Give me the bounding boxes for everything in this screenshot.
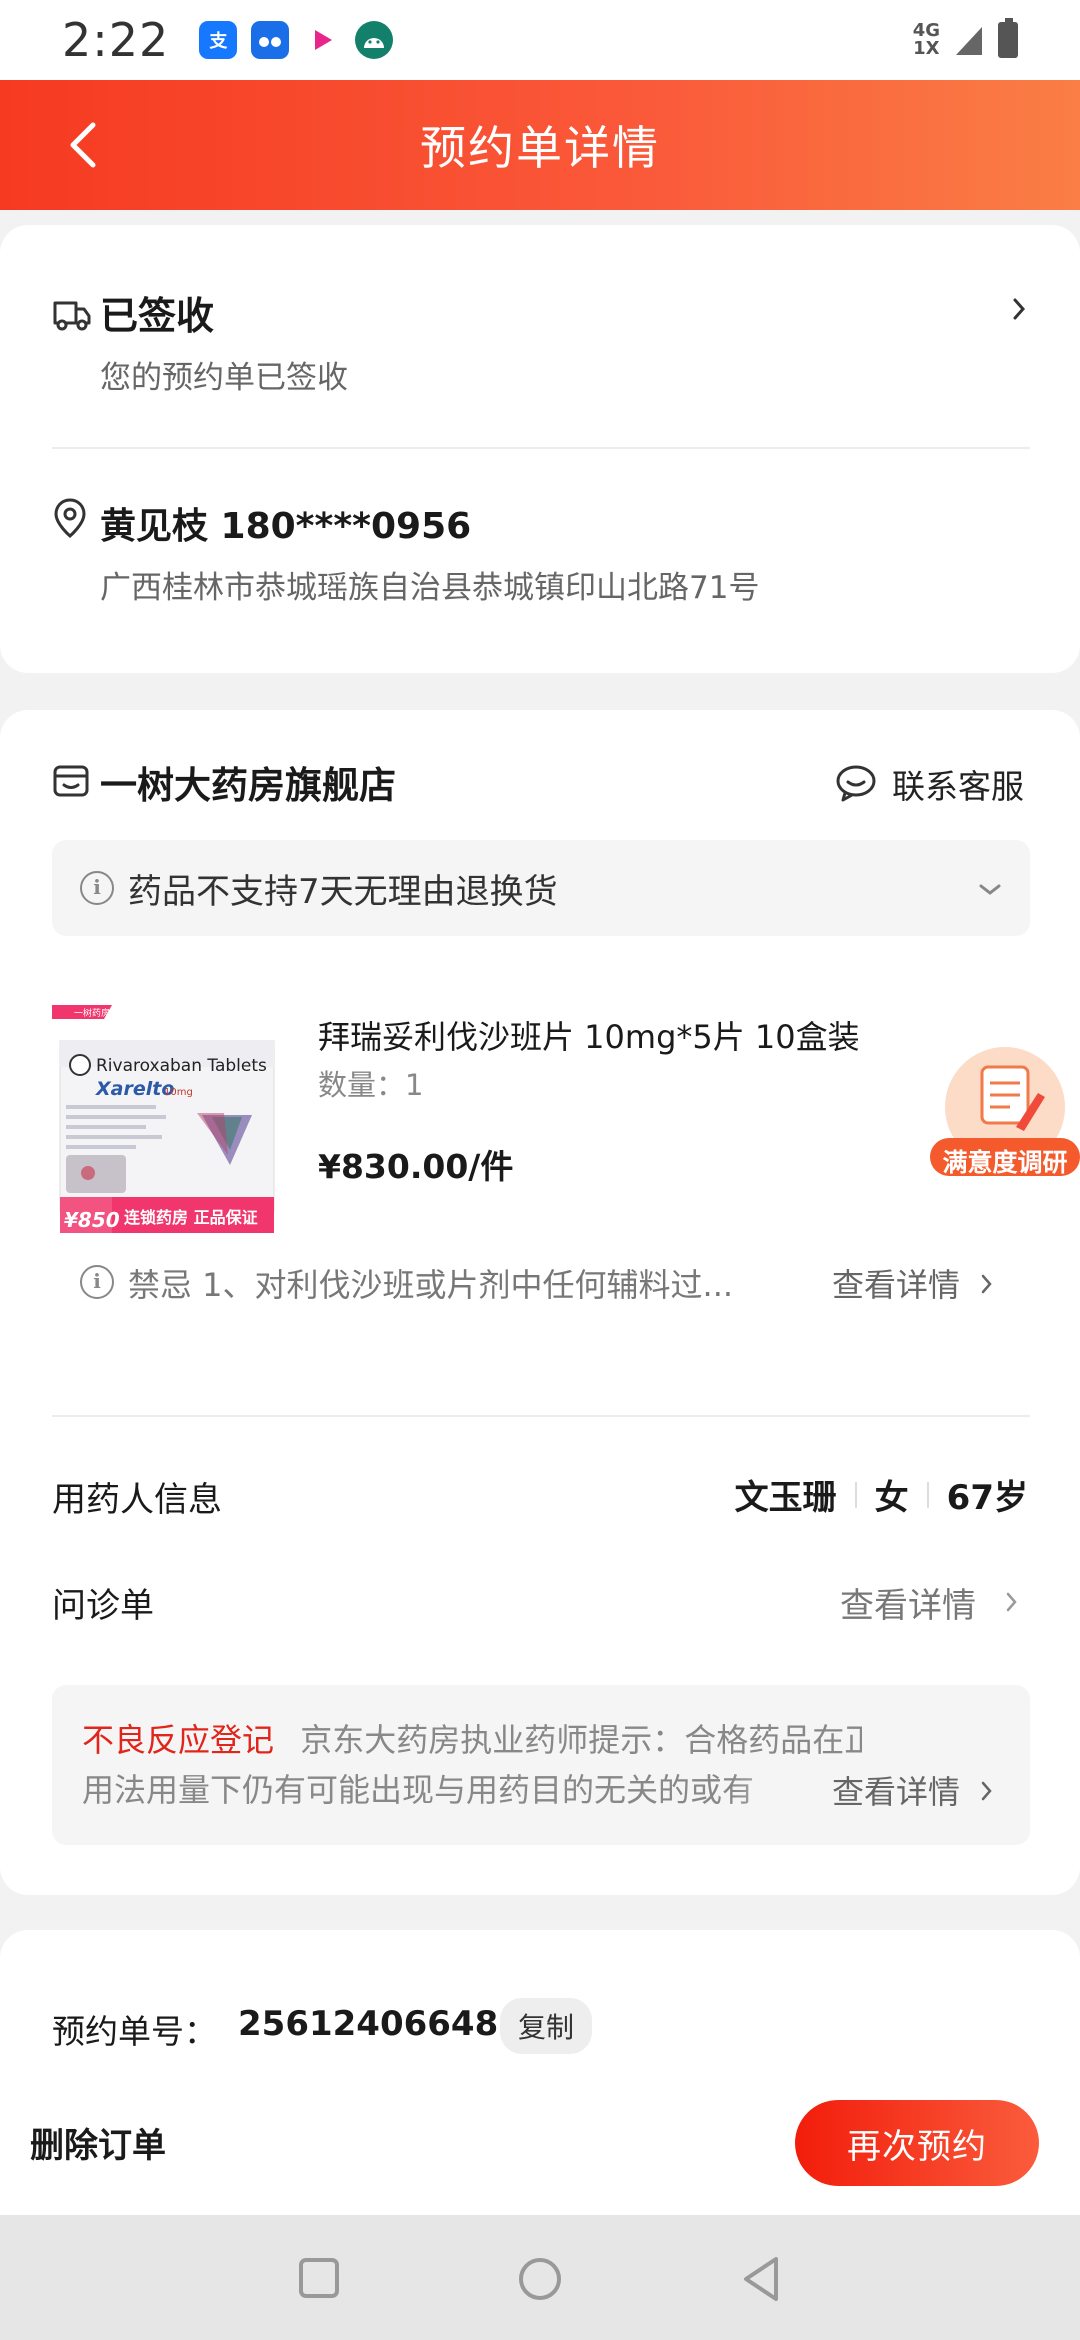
system-nav-bar xyxy=(0,2215,1080,2340)
page-header: 预约单详情 xyxy=(0,80,1080,210)
reorder-button[interactable]: 再次预约 xyxy=(795,2100,1039,2186)
consultation-link[interactable]: 查看详情 xyxy=(840,1578,976,1627)
contraindication-link[interactable]: 查看详情 xyxy=(832,1260,960,1306)
status-app-icons: 支 xyxy=(199,21,394,59)
image-dose: 10mg xyxy=(164,1087,193,1098)
truck-icon xyxy=(53,301,91,331)
chat-bubble-icon xyxy=(836,765,876,802)
recent-apps-icon[interactable] xyxy=(298,2257,340,2299)
consultation-row[interactable]: 问诊单 查看详情 xyxy=(0,1560,1080,1640)
product-price: ¥830.00/件 xyxy=(318,1147,514,1186)
image-drug-title: Rivaroxaban Tablets xyxy=(96,1056,267,1076)
divider xyxy=(52,447,1030,449)
patient-info-value: 文玉珊 女 67岁 xyxy=(735,1470,1028,1519)
contact-service-label: 联系客服 xyxy=(892,767,1024,806)
product-quantity: 数量：1 xyxy=(318,1068,424,1102)
adverse-reaction-link[interactable]: 查看详情 xyxy=(832,1767,960,1813)
chevron-right-icon xyxy=(1013,298,1026,320)
bottom-action-bar: 删除订单 再次预约 xyxy=(0,2070,1080,2215)
order-number: 256124066488 xyxy=(238,2004,522,2044)
network-indicator: 4G 1X xyxy=(913,22,940,58)
patient-gender: 女 xyxy=(874,1478,909,1518)
contact-service-button[interactable]: 联系客服 xyxy=(830,750,1040,810)
adverse-reaction-text-1: 京东大药房执业药师提示：合格药品在正常 xyxy=(300,1721,862,1759)
store-icon xyxy=(53,765,89,797)
android-icon xyxy=(355,21,394,59)
chevron-right-icon xyxy=(981,1274,992,1294)
autohome-icon xyxy=(251,21,290,59)
adverse-line-1: 不良反应登记 京东大药房执业药师提示：合格药品在正常 xyxy=(82,1715,862,1765)
status-time: 2:22 xyxy=(62,13,170,67)
chevron-down-icon xyxy=(979,884,1001,895)
status-right: 4G 1X xyxy=(913,18,1018,58)
adverse-reaction-box[interactable]: 不良反应登记 京东大药房执业药师提示：合格药品在正常 用法用量下仍有可能出现与用… xyxy=(52,1685,1030,1845)
signal-icon xyxy=(956,27,982,55)
chevron-right-icon xyxy=(981,1781,992,1801)
satisfaction-survey-badge[interactable]: 满意度调研 xyxy=(930,1045,1080,1180)
status-bar: 2:22 支 4G 1X xyxy=(0,0,1080,80)
return-policy-notice[interactable]: i 药品不支持7天无理由退换货 xyxy=(52,840,1030,936)
store-name[interactable]: 一树大药房旗舰店 xyxy=(100,755,396,809)
home-icon[interactable] xyxy=(517,2256,563,2302)
store-order-card: 一树大药房旗舰店 联系客服 i 药品不支持7天无理由退换货 一树药房 Rivar… xyxy=(0,710,1080,1895)
image-price-tag: ¥850 xyxy=(64,1208,120,1232)
return-policy-text: 药品不支持7天无理由退换货 xyxy=(128,872,558,912)
adverse-reaction-text-2: 用法用量下仍有可能出现与用药目的无关的或有 xyxy=(82,1771,755,1809)
receiver-address: 广西桂林市恭城瑶族自治县恭城镇印山北路71号 xyxy=(100,570,760,606)
separator xyxy=(854,1481,857,1508)
consultation-label: 问诊单 xyxy=(52,1586,154,1626)
image-brand: Xarelto xyxy=(95,1078,174,1100)
adverse-reaction-title: 不良反应登记 xyxy=(82,1721,275,1759)
divider xyxy=(52,1415,1030,1417)
patient-age: 67岁 xyxy=(946,1478,1028,1518)
status-row[interactable]: 已签收 您的预约单已签收 xyxy=(0,225,1080,425)
patient-info-label: 用药人信息 xyxy=(52,1480,222,1520)
info-icon: i xyxy=(80,1265,114,1299)
back-nav-icon[interactable] xyxy=(740,2255,784,2303)
image-banner: 连锁药房 正品保证 xyxy=(124,1208,258,1227)
network-bottom: 1X xyxy=(913,38,940,59)
location-pin-icon xyxy=(54,498,86,538)
reorder-label: 再次预约 xyxy=(847,2126,987,2167)
patient-name: 文玉珊 xyxy=(734,1478,837,1518)
battery-icon xyxy=(998,18,1018,58)
chevron-right-icon xyxy=(1006,1592,1017,1612)
product-image[interactable]: 一树药房 Rivaroxaban Tablets Xarelto 10mg ¥8… xyxy=(52,1005,282,1237)
contraindication-text: 禁忌 1、对利伐沙班或片剂中任何辅料过... xyxy=(128,1266,734,1304)
delivery-status: 已签收 xyxy=(100,294,215,338)
product-name[interactable]: 拜瑞妥利伐沙班片 10mg*5片 10盒装 xyxy=(318,1012,860,1058)
order-number-label: 预约单号： xyxy=(52,2012,217,2051)
page-title: 预约单详情 xyxy=(420,121,660,175)
back-icon[interactable] xyxy=(55,115,115,175)
copy-button[interactable]: 复制 xyxy=(500,1998,593,2054)
delivery-status-desc: 您的预约单已签收 xyxy=(100,360,348,396)
survey-label: 满意度调研 xyxy=(942,1148,1068,1177)
receiver-name-phone: 黄见枝 180****0956 xyxy=(100,506,472,547)
order-status-card: 已签收 您的预约单已签收 黄见枝 180****0956 广西桂林市恭城瑶族自治… xyxy=(0,225,1080,673)
video-app-icon xyxy=(303,21,342,59)
info-icon: i xyxy=(80,871,114,905)
adverse-reaction-content: 不良反应登记 京东大药房执业药师提示：合格药品在正常 用法用量下仍有可能出现与用… xyxy=(82,1715,862,1815)
contraindication-row[interactable]: i 禁忌 1、对利伐沙班或片剂中任何辅料过... 查看详情 xyxy=(0,1250,1080,1320)
delete-order-button[interactable]: 删除订单 xyxy=(30,2118,166,2167)
separator xyxy=(926,1481,929,1508)
alipay-icon: 支 xyxy=(199,21,238,59)
image-store-tag: 一树药房 xyxy=(74,1007,110,1019)
